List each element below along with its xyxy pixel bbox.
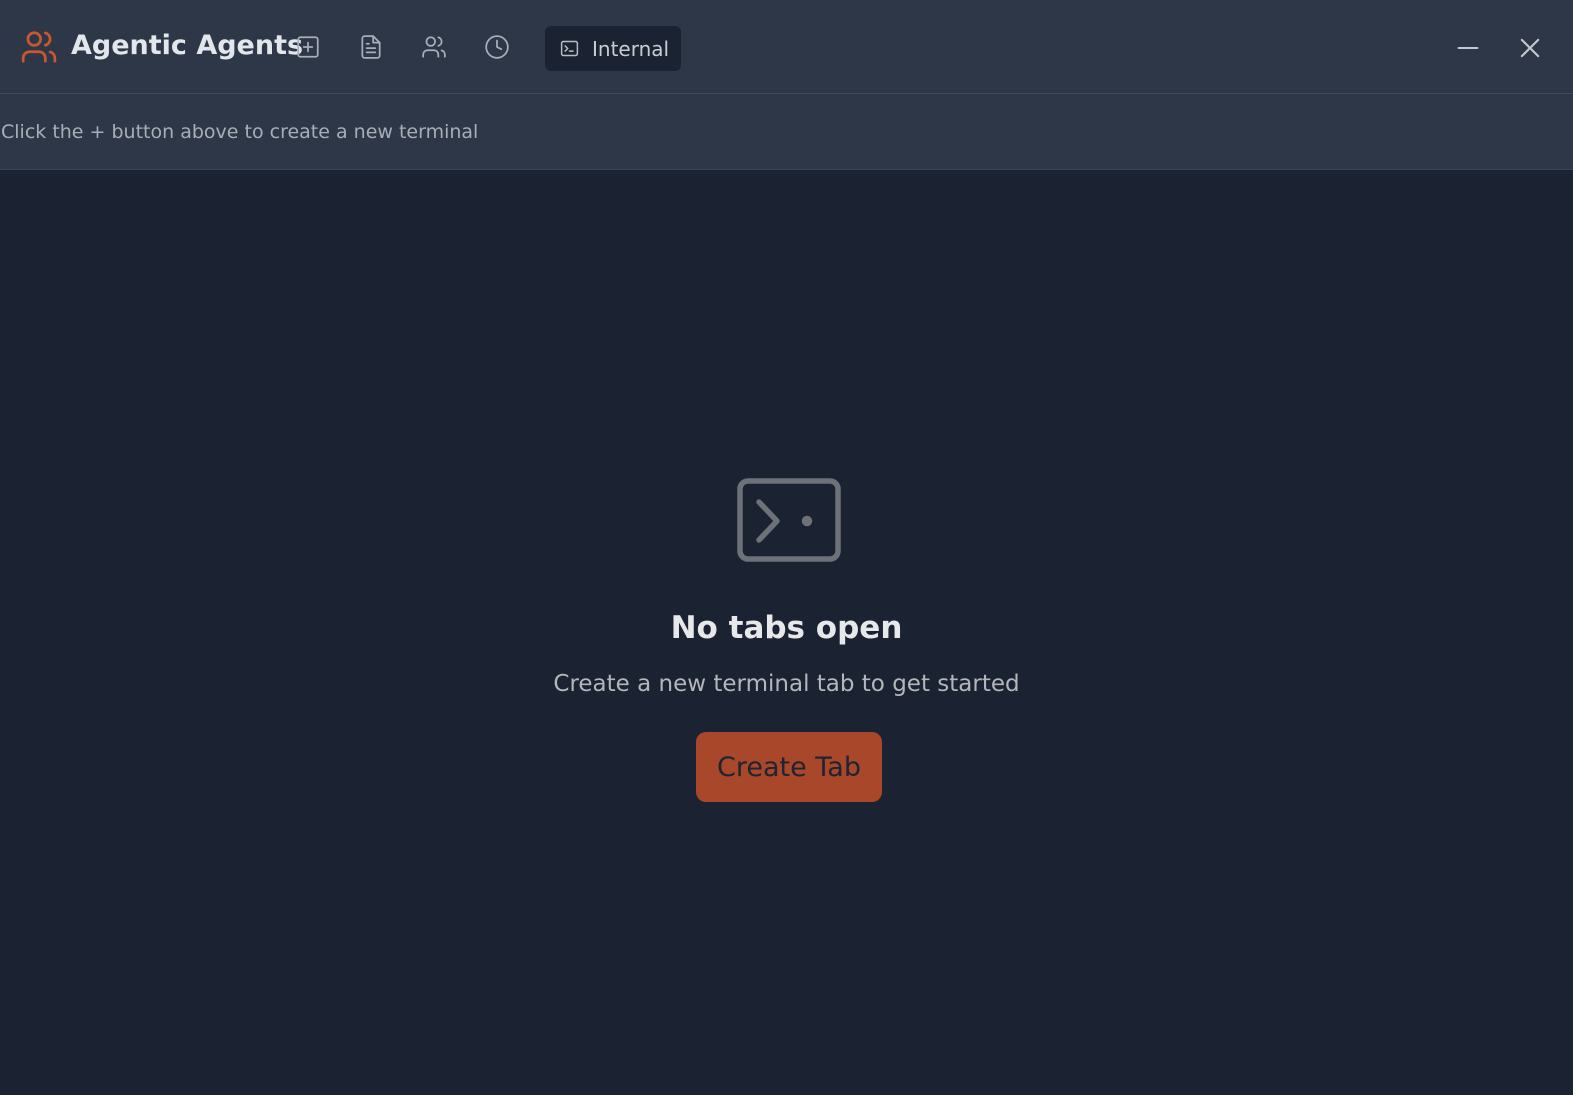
close-button[interactable] (1510, 30, 1550, 66)
close-icon (1520, 38, 1540, 58)
minimize-button[interactable] (1448, 30, 1488, 66)
title-bar: Agentic Agents Internal (0, 0, 1573, 94)
empty-state-subtitle: Create a new terminal tab to get started (553, 671, 1020, 697)
hint-text: Click the + button above to create a new… (1, 121, 479, 143)
clock-icon (485, 35, 509, 59)
new-button[interactable] (291, 30, 325, 64)
empty-state-title: No tabs open (670, 610, 903, 646)
users-icon (21, 31, 57, 63)
terminal-icon (737, 478, 841, 562)
users-icon (422, 36, 446, 58)
documents-button[interactable] (354, 30, 388, 64)
terminal-icon (560, 40, 579, 57)
plus-square-icon (297, 36, 319, 58)
minimize-icon (1457, 46, 1479, 50)
history-button[interactable] (480, 30, 514, 64)
internal-mode-button[interactable]: Internal (545, 26, 681, 71)
app-title: Agentic Agents (71, 30, 304, 61)
agents-button[interactable] (417, 30, 451, 64)
mode-label: Internal (592, 37, 670, 61)
hint-bar: Click the + button above to create a new… (0, 94, 1573, 170)
create-tab-button[interactable]: Create Tab (696, 732, 882, 802)
file-text-icon (361, 35, 381, 59)
brand: Agentic Agents (20, 28, 303, 66)
app-window: Agentic Agents Internal Click the + butt… (0, 0, 1573, 1095)
